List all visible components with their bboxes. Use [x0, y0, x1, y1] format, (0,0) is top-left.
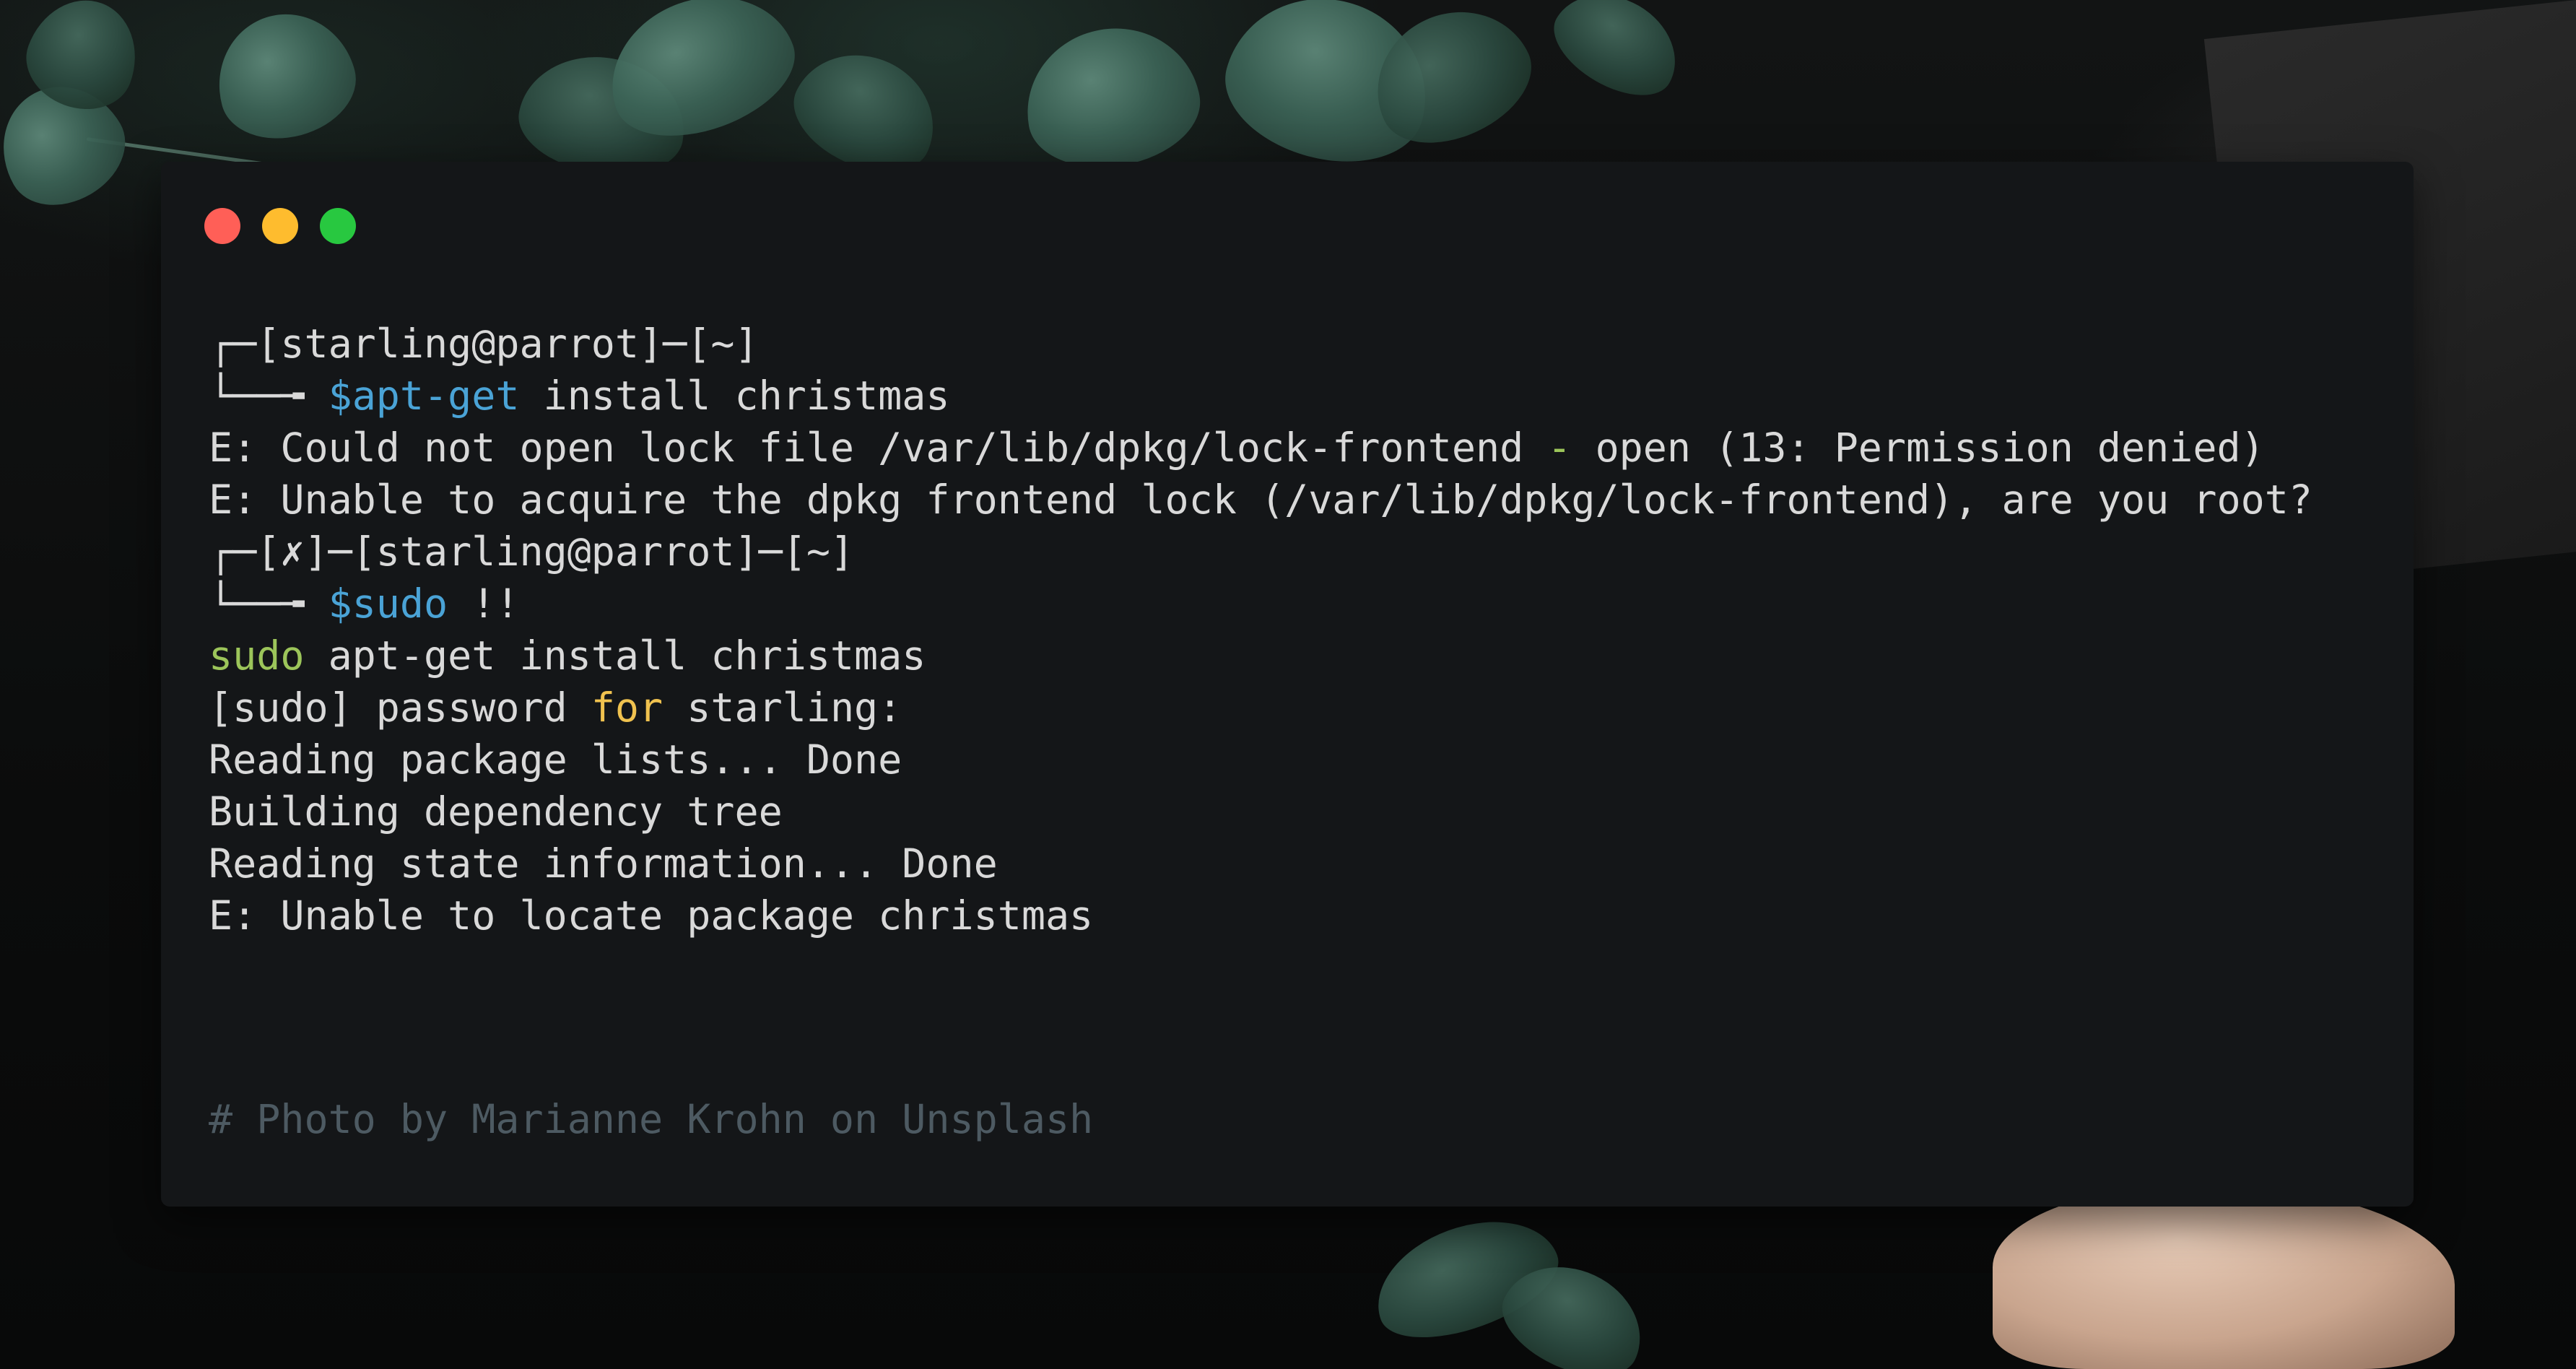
- terminal-text: [sudo] password: [209, 684, 591, 731]
- terminal-text: E: Could not open lock file /var/lib/dpk…: [209, 425, 1548, 471]
- terminal-text: Reading state information... Done: [209, 840, 998, 887]
- terminal-line: sudo apt-get install christmas: [209, 630, 2385, 682]
- terminal-line: E: Could not open lock file /var/lib/dpk…: [209, 422, 2385, 474]
- photo-credit-comment: # Photo by Marianne Krohn on Unsplash: [209, 1096, 1094, 1142]
- terminal-line: [sudo] password for starling:: [209, 682, 2385, 734]
- terminal-text: E: Unable to acquire the dpkg frontend l…: [209, 477, 2312, 523]
- terminal-text: -: [1547, 425, 1572, 471]
- terminal-line: ┌─[✗]─[starling@parrot]─[~]: [209, 526, 2385, 578]
- terminal-text: for: [591, 684, 663, 731]
- eucalyptus-leaf: [203, 0, 367, 153]
- terminal-line: └──╼ $apt-get install christmas: [209, 370, 2385, 422]
- terminal-text: Building dependency tree: [209, 788, 783, 835]
- terminal-text: $sudo: [328, 581, 448, 627]
- terminal-text: open (13: Permission denied): [1571, 425, 2265, 471]
- terminal-line: Building dependency tree: [209, 786, 2385, 838]
- eucalyptus-leaf: [1539, 0, 1695, 113]
- maximize-button[interactable]: [320, 208, 356, 244]
- window-controls: [204, 208, 356, 244]
- hand: [1993, 1184, 2455, 1369]
- minimize-button[interactable]: [262, 208, 298, 244]
- terminal-text: !!: [448, 581, 520, 627]
- terminal-line: └──╼ $sudo !!: [209, 578, 2385, 630]
- terminal-text: ┌─[starling@parrot]─[~]: [209, 321, 759, 367]
- terminal-output: ┌─[starling@parrot]─[~] └──╼ $apt-get ins…: [209, 318, 2385, 942]
- terminal-window: ┌─[starling@parrot]─[~] └──╼ $apt-get ins…: [161, 162, 2414, 1207]
- terminal-text: Reading package lists... Done: [209, 736, 902, 783]
- terminal-text: sudo: [209, 633, 305, 679]
- terminal-line: Reading state information... Done: [209, 838, 2385, 890]
- close-button[interactable]: [204, 208, 240, 244]
- terminal-line: ┌─[starling@parrot]─[~]: [209, 318, 2385, 370]
- terminal-text: install christmas: [519, 373, 950, 419]
- terminal-text: starling:: [663, 684, 902, 731]
- terminal-text: E: Unable to locate package christmas: [209, 892, 1094, 939]
- terminal-text: ┌─[✗]─[starling@parrot]─[~]: [209, 529, 855, 575]
- terminal-line: E: Unable to locate package christmas: [209, 890, 2385, 942]
- terminal-text: └──╼: [209, 373, 328, 419]
- terminal-line: Reading package lists... Done: [209, 734, 2385, 786]
- terminal-text: apt-get install christmas: [304, 633, 926, 679]
- terminal-text: └──╼: [209, 581, 328, 627]
- terminal-text: $apt-get: [328, 373, 520, 419]
- eucalyptus-leaf: [1014, 14, 1209, 181]
- terminal-line: E: Unable to acquire the dpkg frontend l…: [209, 474, 2385, 526]
